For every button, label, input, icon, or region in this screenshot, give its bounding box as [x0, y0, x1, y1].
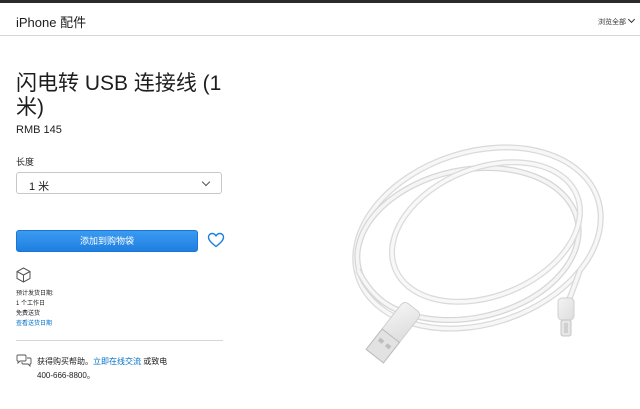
help-phone: 400-666-8800。: [37, 371, 95, 380]
header-title[interactable]: iPhone 配件: [16, 12, 86, 31]
help-text: 获得购买帮助。立即在线交流 或致电 400-666-8800。: [37, 355, 187, 383]
length-label: 长度: [16, 157, 35, 167]
help-or-call: 或致电: [141, 357, 168, 366]
heart-icon[interactable]: [207, 232, 225, 248]
shipping-details-link[interactable]: 查看送货日期: [16, 319, 54, 329]
add-to-bag-button[interactable]: 添加到购物袋: [16, 230, 198, 252]
chat-now-link[interactable]: 立即在线交流: [93, 357, 141, 366]
browse-all-menu[interactable]: 浏览全部: [598, 15, 636, 27]
length-select[interactable]: 1 米: [16, 172, 222, 194]
chat-icon: [16, 354, 32, 367]
shipping-days: 1 个工作日: [16, 301, 46, 307]
shipping-free: 免费送货: [16, 311, 41, 317]
product-price: RMB 145: [16, 124, 62, 136]
product-title: 闪电转 USB 连接线 (1 米): [16, 72, 222, 119]
chevron-down-icon: [627, 15, 636, 24]
shipping-info: 预计发货日期: 1 个工作日 免费送货 查看送货日期: [16, 289, 54, 329]
browse-all-label: 浏览全部: [598, 19, 626, 26]
length-select-value: 1 米: [29, 181, 50, 193]
divider: [16, 340, 223, 341]
product-image: [352, 144, 604, 364]
chevron-down-icon: [201, 177, 211, 187]
page-header: iPhone 配件 浏览全部: [0, 3, 640, 36]
help-prefix: 获得购买帮助。: [37, 357, 93, 366]
shipping-estimate-label: 预计发货日期:: [16, 291, 54, 297]
box-icon: [16, 267, 31, 283]
